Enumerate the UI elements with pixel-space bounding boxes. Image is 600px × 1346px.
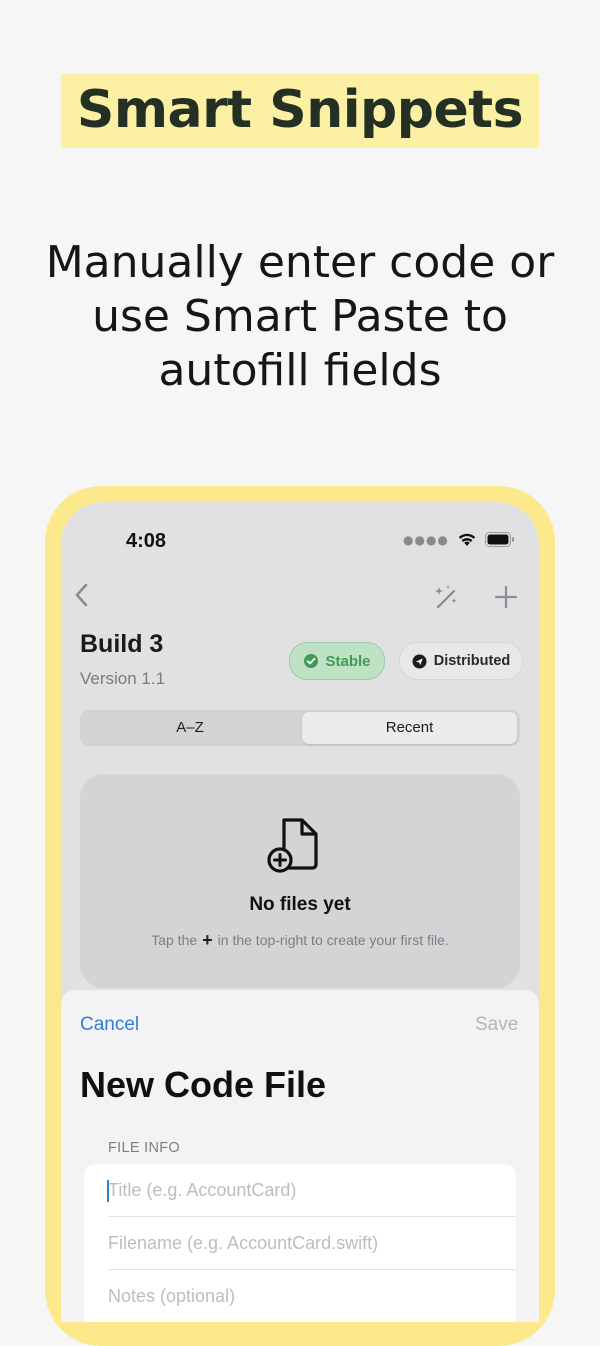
paperplane-icon [412,654,427,668]
sort-segmented-control: A–Z Recent [80,710,520,746]
empty-state-card: No files yet Tap the + in the top-right to… [80,774,520,988]
file-info-section-label: FILE INFO [108,1140,180,1156]
stable-badge[interactable]: Stable [289,642,385,680]
filename-field[interactable]: Filename (e.g. AccountCard.swift) [108,1217,508,1269]
magic-wand-icon[interactable] [431,582,461,612]
file-info-form: Title (e.g. AccountCard) Filename (e.g. … [84,1164,516,1322]
distributed-badge-label: Distributed [433,653,511,669]
empty-state-hint: Tap the + in the top-right to create your … [80,930,520,951]
headline-container: Smart Snippets [0,74,600,148]
plus-icon[interactable] [491,582,521,612]
save-button[interactable]: Save [475,1014,518,1036]
build-version: Version 1.1 [80,669,166,688]
checkmark-seal-icon [304,654,319,668]
build-title: Build 3 [80,630,164,658]
title-field[interactable]: Title (e.g. AccountCard) [108,1164,508,1216]
battery-icon [484,532,514,547]
status-time: 4:08 [126,530,167,552]
phone-screen: 4:08 ●●●● Build 3 Version 1.1 Stable Dis… [61,502,539,1322]
wifi-icon [458,533,476,546]
empty-state-hint-before: Tap the [151,932,198,948]
stable-badge-label: Stable [325,652,371,670]
doc-badge-plus-icon [267,818,318,873]
empty-state-title: No files yet [249,894,351,915]
cancel-button[interactable]: Cancel [80,1014,139,1036]
segment-recent[interactable]: Recent [302,712,517,744]
plus-icon: + [202,930,213,950]
sheet-title: New Code File [80,1064,327,1105]
notes-field[interactable]: Notes (optional) [108,1270,508,1322]
subheadline: Manually enter code or use Smart Paste t… [45,237,555,396]
chevron-left-icon[interactable] [67,578,97,612]
segment-az[interactable]: A–Z [80,710,300,746]
new-code-file-sheet: Cancel Save New Code File FILE INFO Titl… [61,990,539,1322]
status-indicators: ●●●● [403,532,515,547]
signal-dots-icon: ●●●● [403,532,449,547]
headline: Smart Snippets [60,74,540,148]
distributed-badge[interactable]: Distributed [399,642,523,680]
empty-state-hint-after: in the top-right to create your first fi… [217,932,449,948]
